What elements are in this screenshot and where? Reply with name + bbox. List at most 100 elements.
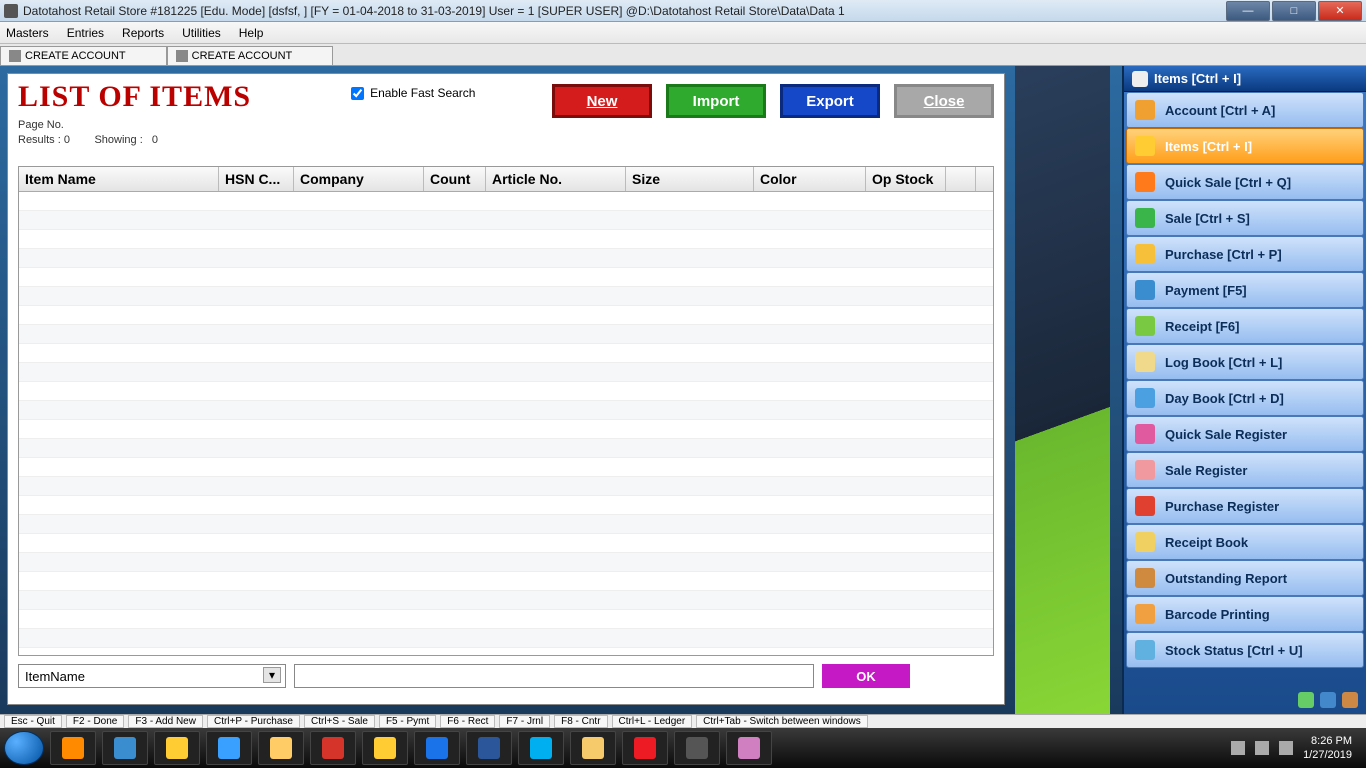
sidebar-icon [1135,280,1155,300]
sidebar-item-label: Payment [F5] [1165,283,1247,298]
sidebar-item-label: Purchase [Ctrl + P] [1165,247,1282,262]
col-item-name[interactable]: Item Name [19,167,219,191]
footer-icon-2[interactable] [1320,692,1336,708]
tray-flag-icon[interactable] [1231,741,1245,755]
sidebar-item-label: Purchase Register [1165,499,1279,514]
taskbar-app-9[interactable] [518,731,564,765]
table-row [19,363,993,382]
sidebar-item-label: Log Book [Ctrl + L] [1165,355,1282,370]
sidebar-item-quick-sale-ctrl-q-[interactable]: Quick Sale [Ctrl + Q] [1126,164,1364,200]
footer-icon-3[interactable] [1342,692,1358,708]
sidebar-icon [1135,532,1155,552]
sidebar-item-account-ctrl-a-[interactable]: Account [Ctrl + A] [1126,92,1364,128]
sidebar-item-sale-ctrl-s-[interactable]: Sale [Ctrl + S] [1126,200,1364,236]
sidebar-item-payment-f-[interactable]: Payment [F5] [1126,272,1364,308]
table-row [19,439,993,458]
export-button[interactable]: Export [780,84,880,118]
taskbar-app-2[interactable] [154,731,200,765]
table-row [19,230,993,249]
tray-battery-icon[interactable] [1279,741,1293,755]
taskbar-app-0[interactable] [50,731,96,765]
sidebar-item-sale-register[interactable]: Sale Register [1126,452,1364,488]
search-input[interactable] [294,664,814,688]
taskbar-app-3[interactable] [206,731,252,765]
sidebar-item-day-book-ctrl-d-[interactable]: Day Book [Ctrl + D] [1126,380,1364,416]
menu-masters[interactable]: Masters [6,26,49,40]
showing-value: 0 [152,134,158,146]
new-button[interactable]: New [552,84,652,118]
col-count[interactable]: Count [424,167,486,191]
menu-help[interactable]: Help [239,26,264,40]
col-company[interactable]: Company [294,167,424,191]
results-label: Results : [18,134,61,146]
maximize-button[interactable]: □ [1272,1,1316,21]
sidebar-item-barcode-printing[interactable]: Barcode Printing [1126,596,1364,632]
sidebar-item-receipt-book[interactable]: Receipt Book [1126,524,1364,560]
sidebar-item-receipt-f-[interactable]: Receipt [F6] [1126,308,1364,344]
col-article-no-[interactable]: Article No. [486,167,626,191]
enable-fast-search[interactable]: Enable Fast Search [351,86,475,100]
menu-reports[interactable]: Reports [122,26,164,40]
col-extra[interactable] [946,167,976,191]
shortcut: F2 - Done [66,715,124,728]
taskbar-app-7[interactable] [414,731,460,765]
taskbar-app-11[interactable] [622,731,668,765]
app-icon [4,4,18,18]
col-hsn-c-[interactable]: HSN C... [219,167,294,191]
taskbar-app-12[interactable] [674,731,720,765]
fast-search-checkbox[interactable] [351,87,364,100]
showing-label: Showing : [94,134,142,146]
sidebar-item-outstanding-report[interactable]: Outstanding Report [1126,560,1364,596]
taskbar-app-1[interactable] [102,731,148,765]
col-op-stock[interactable]: Op Stock [866,167,946,191]
close-button[interactable]: Close [894,84,994,118]
sidebar-item-purchase-ctrl-p-[interactable]: Purchase [Ctrl + P] [1126,236,1364,272]
sidebar-icon [1135,604,1155,624]
shortcut-bar: Esc - QuitF2 - DoneF3 - Add NewCtrl+P - … [0,714,1366,728]
ok-button[interactable]: OK [822,664,910,688]
menu-entries[interactable]: Entries [67,26,104,40]
shortcut: Ctrl+L - Ledger [612,715,693,728]
taskbar-app-8[interactable] [466,731,512,765]
menu-utilities[interactable]: Utilities [182,26,221,40]
doctab-1[interactable]: CREATE ACCOUNT [167,46,334,65]
wallpaper [1015,66,1110,714]
sidebar-item-log-book-ctrl-l-[interactable]: Log Book [Ctrl + L] [1126,344,1364,380]
sidebar-item-purchase-register[interactable]: Purchase Register [1126,488,1364,524]
sidebar-item-stock-status-ctrl-u-[interactable]: Stock Status [Ctrl + U] [1126,632,1364,668]
window-title: Datotahost Retail Store #181225 [Edu. Mo… [23,4,845,18]
sidebar-item-quick-sale-register[interactable]: Quick Sale Register [1126,416,1364,452]
sidebar-item-label: Items [Ctrl + I] [1165,139,1252,154]
shortcut: Ctrl+S - Sale [304,715,375,728]
col-size[interactable]: Size [626,167,754,191]
table-row [19,249,993,268]
sidebar-item-items-ctrl-i-[interactable]: Items [Ctrl + I] [1126,128,1364,164]
sidebar-title-icon [1132,71,1148,87]
page-no-label: Page No. [18,119,64,131]
doctab-0[interactable]: CREATE ACCOUNT [0,46,167,65]
taskbar-app-6[interactable] [362,731,408,765]
taskbar-app-5[interactable] [310,731,356,765]
combo-value: ItemName [25,669,85,684]
import-button[interactable]: Import [666,84,766,118]
grid-body [19,192,993,652]
footer-icon-1[interactable] [1298,692,1314,708]
sidebar-icon [1135,244,1155,264]
sidebar-icon [1135,640,1155,660]
window-close-button[interactable]: ✕ [1318,1,1362,21]
taskbar-app-13[interactable] [726,731,772,765]
start-button[interactable] [4,731,44,765]
col-color[interactable]: Color [754,167,866,191]
sidebar-icon [1135,388,1155,408]
sidebar-icon [1135,100,1155,120]
sidebar-item-label: Quick Sale Register [1165,427,1287,442]
tray-network-icon[interactable] [1255,741,1269,755]
minimize-button[interactable]: — [1226,1,1270,21]
taskbar-app-4[interactable] [258,731,304,765]
panel-title: LIST OF ITEMS [18,80,251,114]
search-field-combo[interactable]: ItemName [18,664,286,688]
taskbar-app-10[interactable] [570,731,616,765]
table-row [19,534,993,553]
fast-search-label: Enable Fast Search [370,86,475,100]
sidebar-icon [1135,424,1155,444]
